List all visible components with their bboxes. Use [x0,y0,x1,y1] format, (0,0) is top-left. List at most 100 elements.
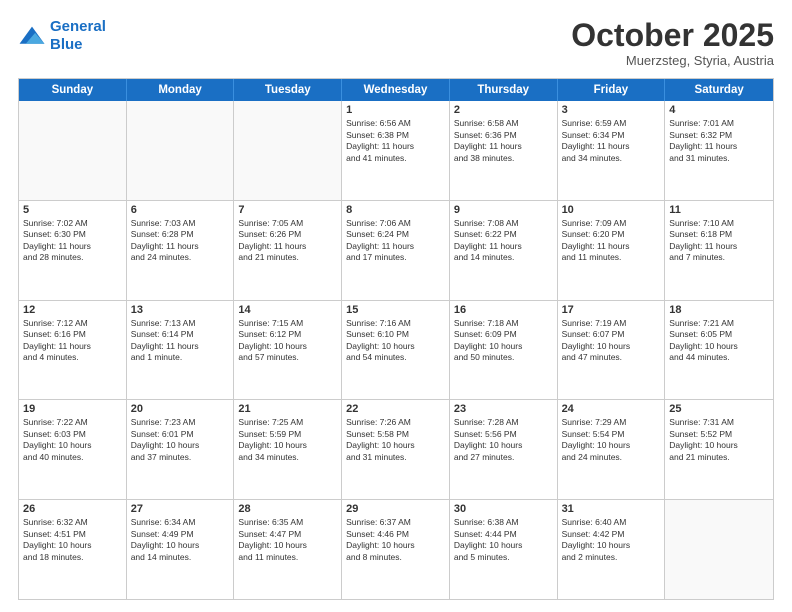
day-number: 29 [346,503,445,515]
day-number: 3 [562,104,661,116]
day-number: 30 [454,503,553,515]
calendar: SundayMondayTuesdayWednesdayThursdayFrid… [18,78,774,600]
cell-info: Sunrise: 6:35 AM Sunset: 4:47 PM Dayligh… [238,517,337,563]
cell-info: Sunrise: 7:10 AM Sunset: 6:18 PM Dayligh… [669,218,769,264]
calendar-row: 1 Sunrise: 6:56 AM Sunset: 6:38 PM Daylig… [19,101,773,201]
calendar-cell: 26 Sunrise: 6:32 AM Sunset: 4:51 PM Dayli… [19,500,127,599]
day-number: 19 [23,403,122,415]
cell-info: Sunrise: 7:02 AM Sunset: 6:30 PM Dayligh… [23,218,122,264]
cell-info: Sunrise: 7:03 AM Sunset: 6:28 PM Dayligh… [131,218,230,264]
calendar-row: 12 Sunrise: 7:12 AM Sunset: 6:16 PM Dayli… [19,301,773,401]
cell-info: Sunrise: 7:28 AM Sunset: 5:56 PM Dayligh… [454,417,553,463]
calendar-cell: 12 Sunrise: 7:12 AM Sunset: 6:16 PM Dayli… [19,301,127,400]
cell-info: Sunrise: 7:06 AM Sunset: 6:24 PM Dayligh… [346,218,445,264]
calendar-cell: 1 Sunrise: 6:56 AM Sunset: 6:38 PM Daylig… [342,101,450,200]
day-number: 14 [238,304,337,316]
calendar-cell: 16Sunrise: 7:18 AM Sunset: 6:09 PM Dayli… [450,301,558,400]
cell-info: Sunrise: 6:32 AM Sunset: 4:51 PM Dayligh… [23,517,122,563]
day-number: 28 [238,503,337,515]
calendar-cell [665,500,773,599]
subtitle: Muerzsteg, Styria, Austria [571,53,774,68]
calendar-cell: 23 Sunrise: 7:28 AM Sunset: 5:56 PM Dayli… [450,400,558,499]
calendar-cell: 30Sunrise: 6:38 AM Sunset: 4:44 PM Dayli… [450,500,558,599]
calendar-cell: 3 Sunrise: 6:59 AM Sunset: 6:34 PM Daylig… [558,101,666,200]
calendar-cell: 31Sunrise: 6:40 AM Sunset: 4:42 PM Dayli… [558,500,666,599]
calendar-cell: 19 Sunrise: 7:22 AM Sunset: 6:03 PM Dayli… [19,400,127,499]
day-number: 8 [346,204,445,216]
cell-info: Sunrise: 6:34 AM Sunset: 4:49 PM Dayligh… [131,517,230,563]
calendar-cell: 18 Sunrise: 7:21 AM Sunset: 6:05 PM Dayli… [665,301,773,400]
cell-info: Sunrise: 7:19 AM Sunset: 6:07 PM Dayligh… [562,318,661,364]
day-number: 9 [454,204,553,216]
cell-info: Sunrise: 7:22 AM Sunset: 6:03 PM Dayligh… [23,417,122,463]
calendar-row: 19 Sunrise: 7:22 AM Sunset: 6:03 PM Dayli… [19,400,773,500]
day-number: 16 [454,304,553,316]
cell-info: Sunrise: 6:59 AM Sunset: 6:34 PM Dayligh… [562,118,661,164]
calendar-header: SundayMondayTuesdayWednesdayThursdayFrid… [19,79,773,101]
day-number: 12 [23,304,122,316]
day-number: 5 [23,204,122,216]
cell-info: Sunrise: 7:15 AM Sunset: 6:12 PM Dayligh… [238,318,337,364]
day-number: 21 [238,403,337,415]
cell-info: Sunrise: 7:29 AM Sunset: 5:54 PM Dayligh… [562,417,661,463]
calendar-cell: 7 Sunrise: 7:05 AM Sunset: 6:26 PM Daylig… [234,201,342,300]
calendar-cell: 11Sunrise: 7:10 AM Sunset: 6:18 PM Dayli… [665,201,773,300]
weekday-header: Sunday [19,79,127,101]
calendar-row: 5 Sunrise: 7:02 AM Sunset: 6:30 PM Daylig… [19,201,773,301]
calendar-cell: 22 Sunrise: 7:26 AM Sunset: 5:58 PM Dayli… [342,400,450,499]
calendar-cell: 24 Sunrise: 7:29 AM Sunset: 5:54 PM Dayli… [558,400,666,499]
calendar-body: 1 Sunrise: 6:56 AM Sunset: 6:38 PM Daylig… [19,101,773,599]
day-number: 23 [454,403,553,415]
calendar-cell: 15 Sunrise: 7:16 AM Sunset: 6:10 PM Dayli… [342,301,450,400]
day-number: 13 [131,304,230,316]
cell-info: Sunrise: 6:40 AM Sunset: 4:42 PM Dayligh… [562,517,661,563]
cell-info: Sunrise: 7:12 AM Sunset: 6:16 PM Dayligh… [23,318,122,364]
day-number: 1 [346,104,445,116]
calendar-cell [234,101,342,200]
day-number: 15 [346,304,445,316]
day-number: 17 [562,304,661,316]
calendar-cell: 9 Sunrise: 7:08 AM Sunset: 6:22 PM Daylig… [450,201,558,300]
cell-info: Sunrise: 7:23 AM Sunset: 6:01 PM Dayligh… [131,417,230,463]
cell-info: Sunrise: 7:31 AM Sunset: 5:52 PM Dayligh… [669,417,769,463]
day-number: 27 [131,503,230,515]
cell-info: Sunrise: 7:16 AM Sunset: 6:10 PM Dayligh… [346,318,445,364]
calendar-cell: 10 Sunrise: 7:09 AM Sunset: 6:20 PM Dayli… [558,201,666,300]
cell-info: Sunrise: 7:08 AM Sunset: 6:22 PM Dayligh… [454,218,553,264]
weekday-header: Saturday [665,79,773,101]
calendar-cell: 4Sunrise: 7:01 AM Sunset: 6:32 PM Daylig… [665,101,773,200]
weekday-header: Friday [558,79,666,101]
logo-icon [18,25,46,47]
day-number: 24 [562,403,661,415]
day-number: 10 [562,204,661,216]
calendar-cell [19,101,127,200]
logo-line1: General [50,18,106,35]
calendar-cell: 27 Sunrise: 6:34 AM Sunset: 4:49 PM Dayli… [127,500,235,599]
day-number: 18 [669,304,769,316]
calendar-cell: 14 Sunrise: 7:15 AM Sunset: 6:12 PM Dayli… [234,301,342,400]
day-number: 6 [131,204,230,216]
calendar-cell: 6 Sunrise: 7:03 AM Sunset: 6:28 PM Daylig… [127,201,235,300]
day-number: 26 [23,503,122,515]
day-number: 7 [238,204,337,216]
day-number: 22 [346,403,445,415]
cell-info: Sunrise: 7:21 AM Sunset: 6:05 PM Dayligh… [669,318,769,364]
logo: General Blue [18,18,106,54]
weekday-header: Wednesday [342,79,450,101]
title-area: October 2025 Muerzsteg, Styria, Austria [571,18,774,68]
page: General Blue October 2025 Muerzsteg, Sty… [0,0,792,612]
logo-text: General Blue [50,18,106,54]
day-number: 2 [454,104,553,116]
cell-info: Sunrise: 6:56 AM Sunset: 6:38 PM Dayligh… [346,118,445,164]
calendar-cell: 28 Sunrise: 6:35 AM Sunset: 4:47 PM Dayli… [234,500,342,599]
cell-info: Sunrise: 7:09 AM Sunset: 6:20 PM Dayligh… [562,218,661,264]
logo-line2: Blue [50,36,83,53]
cell-info: Sunrise: 7:13 AM Sunset: 6:14 PM Dayligh… [131,318,230,364]
calendar-cell: 5 Sunrise: 7:02 AM Sunset: 6:30 PM Daylig… [19,201,127,300]
calendar-cell: 2Sunrise: 6:58 AM Sunset: 6:36 PM Daylig… [450,101,558,200]
cell-info: Sunrise: 7:05 AM Sunset: 6:26 PM Dayligh… [238,218,337,264]
weekday-header: Thursday [450,79,558,101]
weekday-header: Monday [127,79,235,101]
calendar-cell: 29Sunrise: 6:37 AM Sunset: 4:46 PM Dayli… [342,500,450,599]
cell-info: Sunrise: 7:26 AM Sunset: 5:58 PM Dayligh… [346,417,445,463]
